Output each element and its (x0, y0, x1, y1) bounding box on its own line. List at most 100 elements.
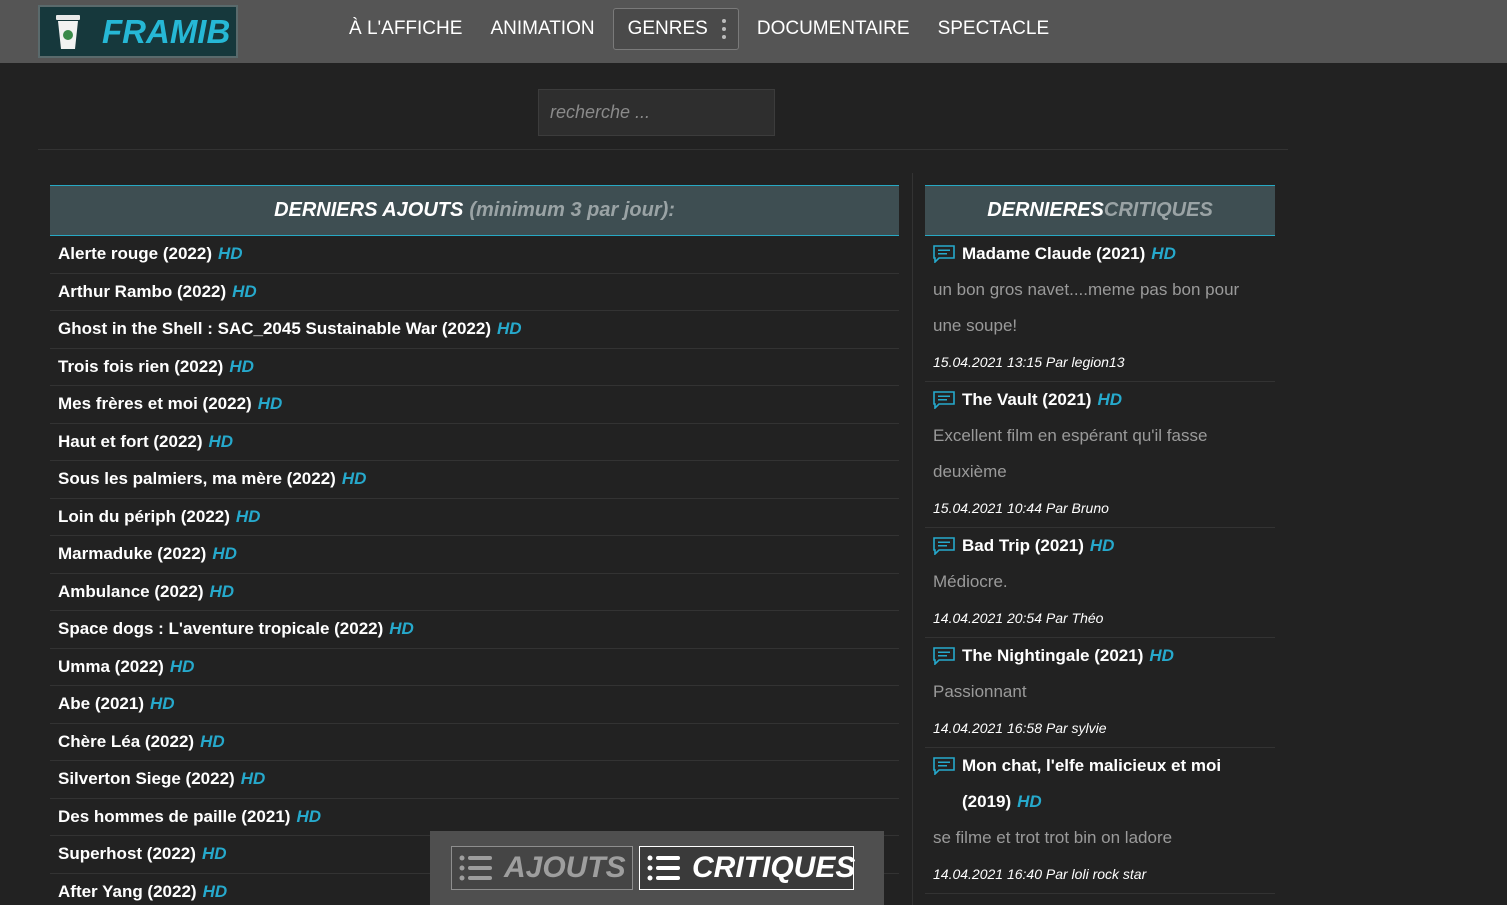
hd-badge: HD (240, 769, 266, 789)
review-text: Médiocre. (933, 572, 1008, 591)
hd-badge: HD (200, 731, 225, 751)
review-meta: 15.04.2021 13:15 Par legion13 (933, 354, 1125, 370)
latest-reviews-title-suffix: CRITIQUES (1103, 199, 1213, 221)
hd-badge: HD (218, 244, 243, 264)
review-movie-link[interactable]: The Nightingale (2021) HD (933, 638, 1267, 674)
hd-badge: HD (1097, 390, 1122, 409)
search-input[interactable] (538, 89, 775, 136)
movie-list-item[interactable]: Space dogs : L'aventure tropicale (2022)… (50, 611, 899, 649)
movie-list-item[interactable]: Arthur Rambo (2022) HD (50, 274, 899, 311)
hd-badge: HD (1151, 244, 1176, 263)
hd-badge: HD (235, 506, 261, 526)
review-item: Bad Trip (2021) HD Médiocre. 14.04.2021 20:… (925, 528, 1275, 638)
movie-list-item[interactable]: Haut et fort (2022) HD (50, 424, 899, 461)
comment-icon (933, 757, 955, 775)
movie-list-item[interactable]: Loin du périph (2022) HD (50, 499, 899, 536)
review-text: Passionnant (933, 682, 1027, 701)
hd-badge: HD (341, 469, 367, 489)
movie-title: Des hommes de paille (2021) (58, 806, 291, 826)
movie-title: After Yang (2022) (58, 881, 197, 901)
movie-list-item[interactable]: Silverton Siege (2022) HD (50, 761, 899, 799)
critiques-button[interactable]: CRITIQUES (639, 846, 855, 890)
review-movie-link[interactable]: The Vault (2021) HD (933, 382, 1267, 418)
review-text: Excellent film en espérant qu'il fasse d… (933, 426, 1208, 481)
movie-title: Ghost in the Shell : SAC_2045 Sustainabl… (58, 319, 491, 339)
movie-title: Abe (2021) (58, 694, 144, 714)
header-divider (38, 149, 1288, 150)
review-meta: 15.04.2021 10:44 Par Bruno (933, 500, 1109, 516)
movie-title: Arthur Rambo (2022) (58, 281, 227, 301)
site-logo[interactable]: FRAMIB (38, 5, 238, 58)
movie-list-item[interactable]: Chère Léa (2022) HD (50, 724, 899, 761)
review-item: The Nightingale (2021) HD Passionnant 14.04… (925, 638, 1275, 748)
movie-list-item[interactable]: Mes frères et moi (2022) HD (50, 386, 899, 424)
site-name: FRAMIB (102, 12, 231, 50)
latest-reviews-title: DERNIERES (987, 199, 1104, 221)
movie-title: Trois fois rien (2022) (58, 356, 224, 376)
list-icon (647, 855, 680, 881)
review-movie-link[interactable]: Bad Trip (2021) HD (933, 528, 1267, 564)
latest-additions-subtitle: (minimum 3 par jour): (469, 199, 675, 221)
movie-title: Umma (2022) (58, 656, 164, 676)
latest-additions-header: DERNIERS AJOUTS (minimum 3 par jour): (50, 185, 899, 236)
movie-title: Silverton Siege (2022) (58, 769, 235, 789)
latest-reviews-list: Madame Claude (2021) HD un bon gros navet.… (925, 236, 1275, 894)
hd-badge: HD (1149, 646, 1174, 665)
movie-title: Sous les palmiers, ma mère (2022) (58, 469, 336, 489)
hd-badge: HD (209, 581, 235, 601)
movie-title: Space dogs : L'aventure tropicale (2022) (58, 619, 384, 639)
nav-animation[interactable]: ANIMATION (476, 8, 608, 50)
hd-badge: HD (1089, 536, 1115, 555)
nav-a-laffiche[interactable]: À L'AFFICHE (335, 8, 476, 50)
review-meta: 14.04.2021 20:54 Par Théo (933, 610, 1104, 626)
nav-spectacle[interactable]: SPECTACLE (924, 8, 1064, 50)
review-movie-title: The Vault (2021) (962, 390, 1092, 409)
review-movie-title: Madame Claude (2021) (962, 244, 1146, 263)
review-movie-title: The Nightingale (2021) (962, 646, 1144, 665)
movie-title: Haut et fort (2022) (58, 431, 203, 451)
hd-badge: HD (1017, 792, 1042, 811)
movie-list-item[interactable]: Trois fois rien (2022) HD (50, 349, 899, 386)
review-movie-title: Bad Trip (2021) (962, 536, 1084, 555)
movie-list-item[interactable]: Umma (2022) HD (50, 649, 899, 686)
list-icon (459, 855, 492, 881)
latest-reviews-header: DERNIERES CRITIQUES (925, 185, 1275, 236)
ajouts-button-label: AJOUTS (504, 851, 626, 884)
review-movie-link[interactable]: Mon chat, l'elfe malicieux et moi (2019)… (933, 748, 1267, 820)
review-item: Madame Claude (2021) HD un bon gros navet.… (925, 236, 1275, 382)
main-menu: À L'AFFICHE ANIMATION GENRES DOCUMENTAIR… (335, 8, 1063, 50)
review-item: The Vault (2021) HD Excellent film en espé… (925, 382, 1275, 528)
movie-list-item[interactable]: Ambulance (2022) HD (50, 574, 899, 611)
comment-icon (933, 647, 955, 665)
movie-list-item[interactable]: Sous les palmiers, ma mère (2022) HD (50, 461, 899, 499)
ajouts-button[interactable]: AJOUTS (451, 846, 633, 890)
hd-badge: HD (229, 356, 254, 376)
movie-list-item[interactable]: Alerte rouge (2022) HD (50, 236, 899, 274)
hd-badge: HD (201, 844, 227, 864)
top-navigation-bar: FRAMIB À L'AFFICHE ANIMATION GENRES DOCU… (0, 0, 1507, 63)
movie-list-item[interactable]: Ghost in the Shell : SAC_2045 Sustainabl… (50, 311, 899, 349)
review-meta: 14.04.2021 16:58 Par sylvie (933, 720, 1107, 736)
bottom-toggle-bar: AJOUTS CRITIQUES (430, 831, 884, 905)
movie-title: Chère Léa (2022) (58, 731, 195, 751)
nav-documentaire[interactable]: DOCUMENTAIRE (743, 8, 924, 50)
latest-additions-title: DERNIERS AJOUTS (274, 199, 464, 221)
more-vertical-icon (721, 19, 726, 39)
review-meta: 14.04.2021 16:40 Par loli rock star (933, 866, 1147, 882)
hd-badge: HD (257, 394, 283, 414)
movie-title: Superhost (2022) (58, 844, 196, 864)
movie-title: Marmaduke (2022) (58, 544, 207, 564)
nav-genres-label: GENRES (627, 18, 708, 39)
movie-list-item[interactable]: Abe (2021) HD (50, 686, 899, 724)
hd-badge: HD (232, 281, 257, 301)
review-text: un bon gros navet....meme pas bon pour u… (933, 280, 1240, 335)
comment-icon (933, 391, 955, 409)
nav-genres-dropdown[interactable]: GENRES (612, 8, 739, 50)
hd-badge: HD (202, 881, 228, 901)
column-divider (912, 173, 913, 905)
review-text: se filme et trot trot bin on ladore (933, 828, 1173, 847)
movie-title: Loin du périph (2022) (58, 506, 230, 526)
review-movie-link[interactable]: Madame Claude (2021) HD (933, 236, 1267, 272)
hd-badge: HD (149, 694, 175, 714)
movie-list-item[interactable]: Marmaduke (2022) HD (50, 536, 899, 574)
